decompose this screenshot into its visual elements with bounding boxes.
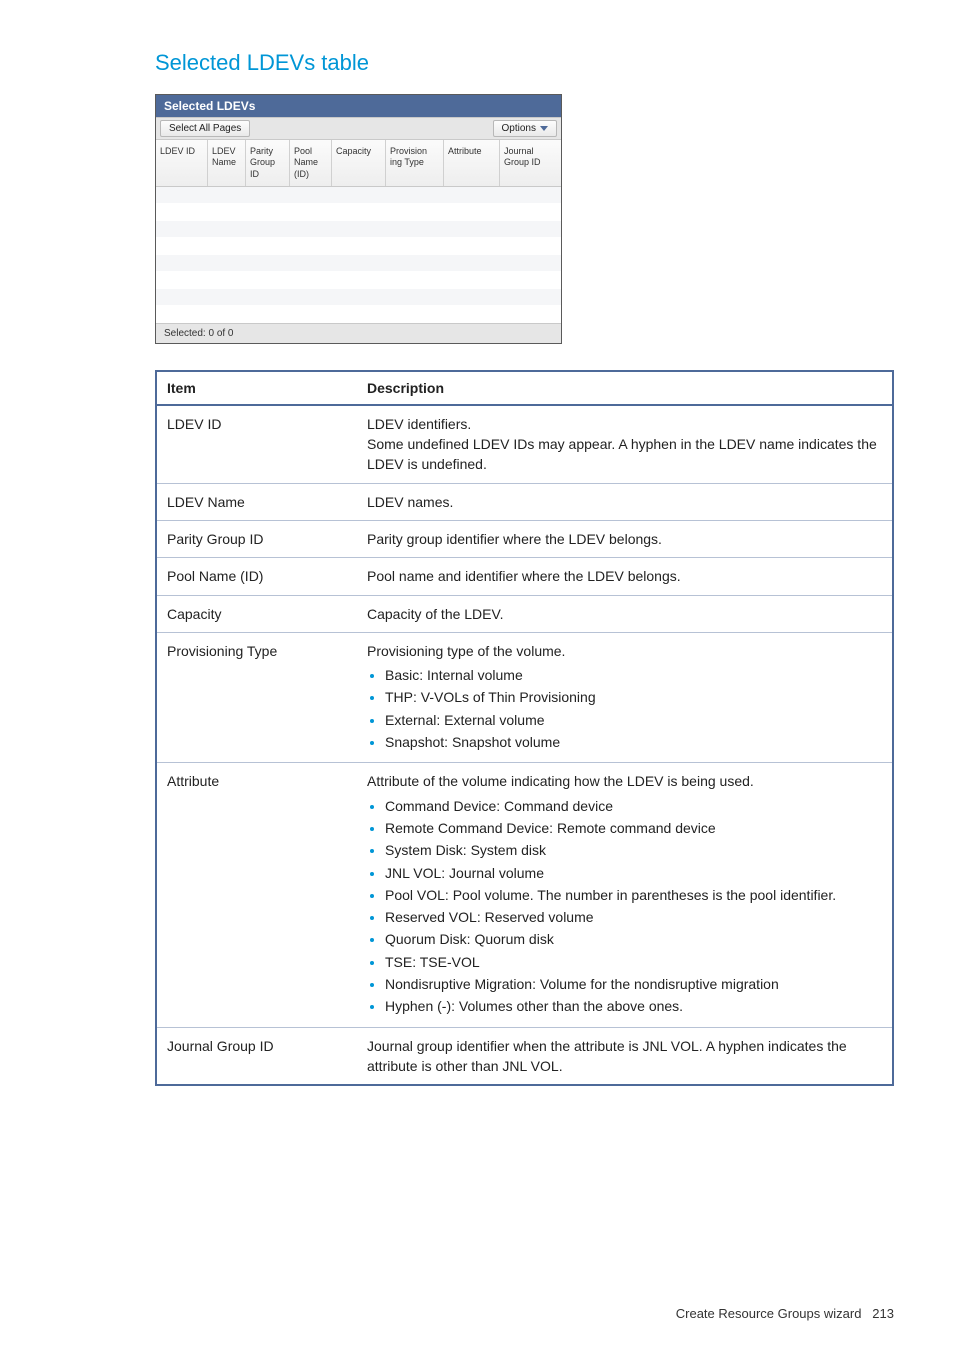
desc-bullet: Nondisruptive Migration: Volume for the … [385, 974, 882, 994]
selected-ldevs-panel: Selected LDEVs Select All Pages Options … [155, 94, 562, 344]
desc-description: Capacity of the LDEV. [357, 595, 893, 632]
panel-title: Selected LDEVs [156, 95, 561, 117]
col-header-ldev-name[interactable]: LDEV Name [208, 140, 246, 186]
desc-row: AttributeAttribute of the volume indicat… [156, 763, 893, 1027]
col-header-parity[interactable]: Parity Group ID [246, 140, 290, 186]
desc-bullet: TSE: TSE-VOL [385, 952, 882, 972]
table-row[interactable] [156, 204, 561, 221]
desc-description: LDEV names. [357, 483, 893, 520]
grid-body [156, 187, 561, 323]
table-row[interactable] [156, 187, 561, 204]
select-all-pages-button[interactable]: Select All Pages [160, 120, 250, 137]
desc-item: Provisioning Type [156, 632, 357, 762]
desc-bullet: External: External volume [385, 710, 882, 730]
chevron-down-icon [540, 126, 548, 131]
page-footer: Create Resource Groups wizard 213 [155, 1306, 894, 1321]
desc-bullet: Command Device: Command device [385, 796, 882, 816]
desc-description: Provisioning type of the volume.Basic: I… [357, 632, 893, 762]
col-header-provtype[interactable]: Provision ing Type [386, 140, 444, 186]
footer-page: 213 [872, 1306, 894, 1321]
table-row[interactable] [156, 221, 561, 238]
desc-description: Parity group identifier where the LDEV b… [357, 520, 893, 557]
desc-bullet: Hyphen (-): Volumes other than the above… [385, 996, 882, 1016]
desc-th-description: Description [357, 371, 893, 405]
col-header-journal[interactable]: Journal Group ID [500, 140, 561, 186]
col-header-ldev-id[interactable]: LDEV ID [156, 140, 208, 186]
desc-bullet: System Disk: System disk [385, 840, 882, 860]
description-table: Item Description LDEV IDLDEV identifiers… [155, 370, 894, 1086]
desc-description: LDEV identifiers.Some undefined LDEV IDs… [357, 405, 893, 483]
grid-header: LDEV ID LDEV Name Parity Group ID Pool N… [156, 140, 561, 187]
desc-bullet: JNL VOL: Journal volume [385, 863, 882, 883]
desc-bullet: Basic: Internal volume [385, 665, 882, 685]
options-button[interactable]: Options [493, 120, 557, 137]
desc-item: Parity Group ID [156, 520, 357, 557]
desc-description: Journal group identifier when the attrib… [357, 1027, 893, 1085]
desc-bullets: Command Device: Command deviceRemote Com… [367, 796, 882, 1017]
desc-bullets: Basic: Internal volumeTHP: V-VOLs of Thi… [367, 665, 882, 752]
col-header-capacity[interactable]: Capacity [332, 140, 386, 186]
desc-row: Journal Group IDJournal group identifier… [156, 1027, 893, 1085]
desc-item: Capacity [156, 595, 357, 632]
table-row[interactable] [156, 238, 561, 255]
col-header-attribute[interactable]: Attribute [444, 140, 500, 186]
desc-th-item: Item [156, 371, 357, 405]
desc-bullet: Quorum Disk: Quorum disk [385, 929, 882, 949]
desc-item: Attribute [156, 763, 357, 1027]
desc-row: LDEV IDLDEV identifiers.Some undefined L… [156, 405, 893, 483]
desc-item: LDEV ID [156, 405, 357, 483]
table-row[interactable] [156, 306, 561, 323]
desc-row: LDEV NameLDEV names. [156, 483, 893, 520]
desc-row: Parity Group IDParity group identifier w… [156, 520, 893, 557]
desc-bullet: THP: V-VOLs of Thin Provisioning [385, 687, 882, 707]
table-row[interactable] [156, 255, 561, 272]
desc-bullet: Pool VOL: Pool volume. The number in par… [385, 885, 882, 905]
desc-row: Pool Name (ID)Pool name and identifier w… [156, 558, 893, 595]
options-button-label: Options [502, 123, 536, 134]
section-heading: Selected LDEVs table [155, 50, 894, 76]
desc-bullet: Reserved VOL: Reserved volume [385, 907, 882, 927]
table-row[interactable] [156, 272, 561, 289]
panel-footer: Selected: 0 of 0 [156, 323, 561, 343]
desc-row: CapacityCapacity of the LDEV. [156, 595, 893, 632]
desc-description: Pool name and identifier where the LDEV … [357, 558, 893, 595]
desc-item: LDEV Name [156, 483, 357, 520]
desc-row: Provisioning TypeProvisioning type of th… [156, 632, 893, 762]
desc-item: Pool Name (ID) [156, 558, 357, 595]
col-header-pool[interactable]: Pool Name (ID) [290, 140, 332, 186]
desc-item: Journal Group ID [156, 1027, 357, 1085]
footer-text: Create Resource Groups wizard [676, 1306, 862, 1321]
desc-bullet: Remote Command Device: Remote command de… [385, 818, 882, 838]
desc-description: Attribute of the volume indicating how t… [357, 763, 893, 1027]
table-row[interactable] [156, 289, 561, 306]
desc-bullet: Snapshot: Snapshot volume [385, 732, 882, 752]
